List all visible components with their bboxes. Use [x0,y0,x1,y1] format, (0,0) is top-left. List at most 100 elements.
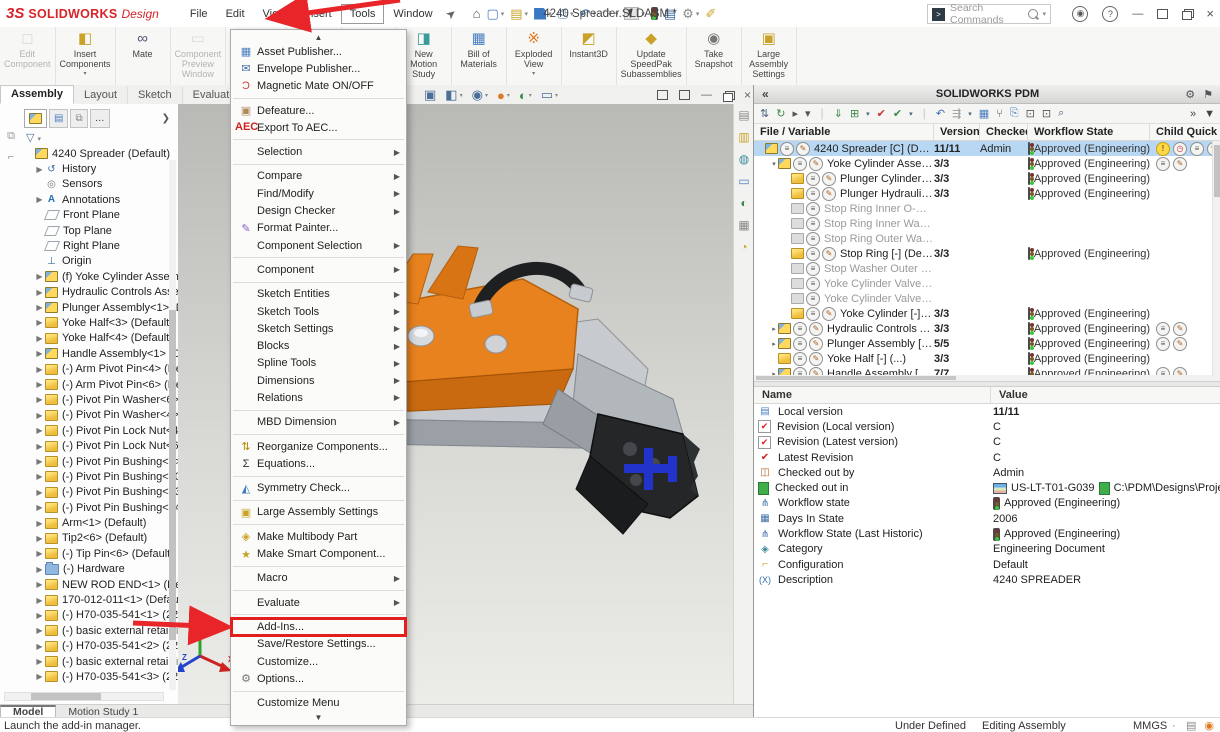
expand-panel-icon[interactable]: ❯ [162,113,170,124]
doc-close-icon[interactable]: × [744,88,751,102]
ribbon-button-large-assembly-settings[interactable]: ▣Large Assembly Settings [742,27,797,85]
menu-item-component-selection[interactable]: Component Selection▶ [231,237,406,254]
get-version-icon[interactable]: ⊞ [850,107,859,120]
expand-arrow-icon[interactable]: ▶ [34,488,45,497]
pdm-vertical-scrollbar[interactable] [1212,141,1220,375]
tree-item[interactable]: ▶(-) Pivot Pin Lock Nut<4 [24,423,178,438]
menu-item-sketch-settings[interactable]: Sketch Settings▶ [231,320,406,337]
tab-assembly[interactable]: Assembly [0,85,74,104]
hide-show-items-icon[interactable]: ◉▾ [472,87,488,103]
tree-filter[interactable]: ▽ ▾ [26,131,178,144]
check-in-out-icon[interactable]: ⇅ [760,107,769,120]
expand-arrow-icon[interactable]: ▶ [34,534,45,543]
tree-root-item[interactable]: 4240 Spreader (Default) [24,146,178,161]
menu-item-add-ins[interactable]: Add-Ins... [231,618,406,635]
menu-item-selection[interactable]: Selection▶ [231,143,406,160]
pdm-more-icon[interactable]: » [1190,108,1196,120]
rebuild-traffic-light-icon[interactable] [651,7,658,20]
appearances-icon[interactable]: ◐ [734,192,754,214]
expand-arrow-icon[interactable]: ▶ [34,626,45,635]
menubar-item-insert[interactable]: Insert [295,4,341,24]
tree-item[interactable]: ▶Plunger Assembly<1> (D [24,300,178,315]
tree-item[interactable]: ▶Tip2<6> (Default) [24,531,178,546]
menu-item-macro[interactable]: Macro▶ [231,570,406,587]
menu-item-equations[interactable]: ΣEquations... [231,455,406,472]
expand-arrow-icon[interactable]: ▶ [34,519,45,528]
pdm-row[interactable]: ≡Stop Washer Outer O-Ring [754,261,1220,276]
expand-arrow-icon[interactable]: ▶ [34,565,45,574]
pdm-collapse-list-icon[interactable]: ▼ [1204,108,1215,120]
menu-badge-icon[interactable]: ≡ [806,262,820,276]
user-account-icon[interactable]: ◉ [1072,6,1088,22]
tree-item[interactable]: ▶(-) Arm Pivot Pin<4> (De [24,361,178,376]
view-palette-icon[interactable]: ▭ [734,170,754,192]
tab-more[interactable]: … [90,109,110,128]
menu-item-blocks[interactable]: Blocks▶ [231,337,406,354]
pdm-row[interactable]: ≡✎Yoke Cylinder [-] (Def...3/3Approved (… [754,306,1220,321]
menu-badge-icon[interactable]: ≡ [1156,157,1170,171]
pencil-badge-icon[interactable]: ✎ [822,247,836,261]
file-explorer-icon[interactable]: ◍ [734,148,754,170]
pin-menu-icon[interactable]: ➤ [442,5,459,22]
menu-item-sketch-tools[interactable]: Sketch Tools▶ [231,303,406,320]
menu-badge-icon[interactable]: ≡ [1156,367,1170,376]
menu-item-reorganize-components[interactable]: ⇅Reorganize Components... [231,438,406,455]
menu-badge-icon[interactable]: ≡ [806,217,820,231]
pdm-property-row[interactable]: ⋔Workflow stateApproved (Engineering) [754,496,1220,511]
menu-badge-icon[interactable]: ≡ [1156,322,1170,336]
expand-arrow-icon[interactable]: ▶ [34,272,45,281]
menu-item-make-multibody-part[interactable]: ◈Make Multibody Part [231,528,406,545]
ribbon-button-bill-of-materials[interactable]: ▦Bill of Materials [452,27,507,85]
menu-item-envelope-publisher[interactable]: ✉Envelope Publisher... [231,60,406,77]
tree-item[interactable]: ◎Sensors [24,177,178,192]
pdm-row[interactable]: ≡Yoke Cylinder Valve Ball [754,276,1220,291]
help-icon[interactable]: ? [1102,6,1118,22]
pdm-row[interactable]: ≡✎Yoke Half [-] (...)3/3Approved (Engine… [754,351,1220,366]
pdm-collapse-icon[interactable]: « [762,87,769,101]
pdm-column-version-[interactable]: Version ... [934,124,980,140]
play-icon[interactable]: ▸ [792,107,798,120]
menu-badge-icon[interactable]: ≡ [1190,142,1204,156]
restore-button[interactable] [1182,9,1192,18]
home-icon[interactable]: ⌂ [473,6,481,21]
expand-arrow-icon[interactable]: ▶ [34,349,45,358]
tree-item[interactable]: ▶(-) Pivot Pin Washer<6> [24,392,178,407]
menu-badge-icon[interactable]: ≡ [806,232,820,246]
search-icon[interactable]: ⌕ [1058,107,1064,120]
file-card-icon[interactable]: ▦ [979,107,989,120]
tree-item[interactable]: ▶Yoke Half<4> (Default) [24,331,178,346]
tree-item[interactable]: ▶Arm<1> (Default) [24,515,178,530]
pdm-property-row[interactable]: ▦Days In State2006 [754,511,1220,526]
menu-item-asset-publisher[interactable]: ▦Asset Publisher... [231,43,406,60]
pencil-badge-icon[interactable]: ✎ [809,367,823,376]
undo-icon[interactable]: ↶▾ [580,6,596,22]
status-tag-icon[interactable]: ▤ [1186,719,1196,732]
copy-settings-icon[interactable]: ▤ [734,104,754,126]
pdm-row[interactable]: ≡Yoke Cylinder Valve Grub ... [754,291,1220,306]
pdm-row[interactable]: ≡Stop Ring Inner Washer [754,216,1220,231]
ribbon-button-take-snapshot[interactable]: ◉Take Snapshot [687,27,742,85]
zoom-fit-icon[interactable]: ▣ [424,87,436,103]
expand-arrow-icon[interactable]: ▶ [34,165,45,174]
pencil-badge-icon[interactable]: ✎ [822,187,836,201]
minimize-button[interactable]: — [1132,8,1143,20]
expand-arrow-icon[interactable]: ▶ [34,457,45,466]
pdm-options-gear-icon[interactable]: ⚙ [1185,88,1195,101]
row-expander-icon[interactable]: ▸ [770,340,778,348]
ribbon-button-instant3d[interactable]: ◩Instant3D [562,27,617,85]
expand-arrow-icon[interactable]: ▶ [34,442,45,451]
pencil-badge-icon[interactable]: ✎ [796,142,810,156]
tab-configurationmanager[interactable]: ⧉ [70,109,87,128]
expand-arrow-icon[interactable]: ▶ [34,395,45,404]
expand-arrow-icon[interactable]: ▶ [34,303,45,312]
pdm-row[interactable]: ≡✎Plunger Cylinder Seal ...3/3Approved (… [754,171,1220,186]
menu-badge-icon[interactable]: ≡ [806,172,820,186]
ribbon-button-mate[interactable]: ∞Mate [116,27,171,85]
search-icon[interactable] [1028,9,1038,19]
expand-arrow-icon[interactable]: ▶ [34,657,45,666]
undo-checkout-icon[interactable]: ↶ [936,107,945,120]
menu-badge-icon[interactable]: ≡ [793,322,807,336]
row-expander-icon[interactable]: ▸ [770,325,778,333]
pdm-property-row[interactable]: ✔Revision (Latest version)C [754,435,1220,450]
menu-item-sketch-entities[interactable]: Sketch Entities▶ [231,286,406,303]
